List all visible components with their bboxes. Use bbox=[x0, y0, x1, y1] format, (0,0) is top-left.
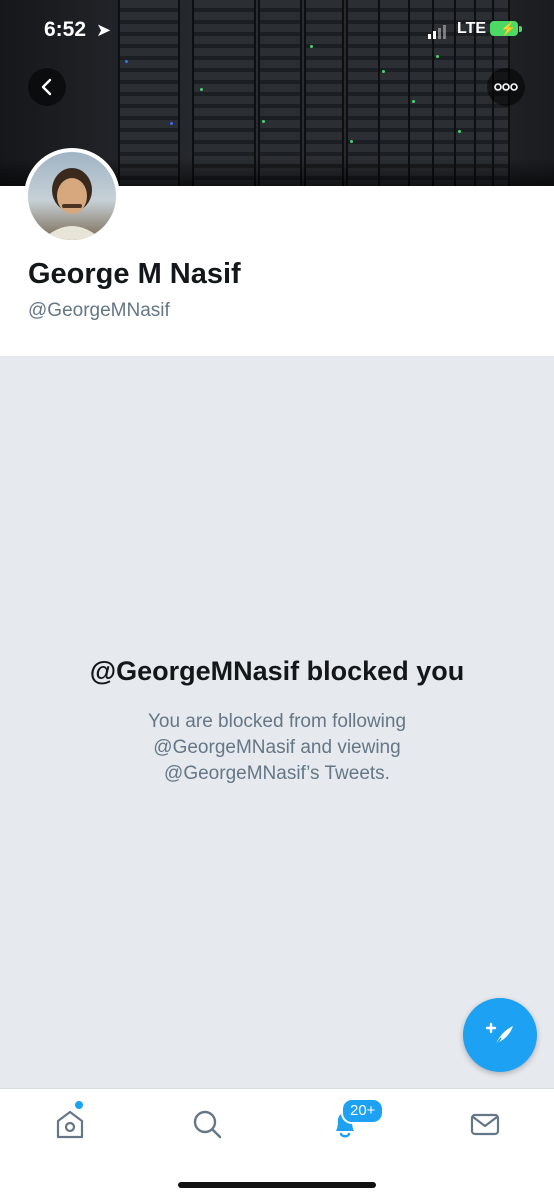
search-icon bbox=[193, 1110, 222, 1139]
avatar-photo bbox=[42, 168, 102, 240]
home-icon bbox=[56, 1110, 84, 1139]
back-button[interactable] bbox=[28, 68, 66, 106]
network-type: LTE bbox=[457, 20, 487, 37]
tab-home[interactable] bbox=[53, 1107, 87, 1141]
mail-icon bbox=[470, 1113, 500, 1136]
blocked-title: @GeorgeMNasif blocked you bbox=[89, 656, 465, 686]
tab-messages[interactable] bbox=[468, 1107, 502, 1141]
chevron-left-icon bbox=[41, 78, 52, 96]
profile-name: George M Nasif bbox=[28, 258, 241, 290]
compose-tweet-button[interactable] bbox=[463, 998, 537, 1072]
new-content-dot bbox=[75, 1101, 83, 1109]
location-arrow-icon: ➤ bbox=[96, 20, 112, 40]
compose-quill-icon bbox=[485, 1022, 513, 1047]
ellipsis-icon bbox=[494, 83, 518, 91]
notification-badge: 20+ bbox=[341, 1098, 385, 1124]
avatar[interactable] bbox=[24, 148, 120, 244]
profile-handle: @GeorgeMNasif bbox=[28, 300, 170, 321]
more-options-button[interactable] bbox=[487, 68, 525, 106]
tab-search[interactable] bbox=[190, 1107, 224, 1141]
status-bar: 6:52 ➤ LTE ⚡ bbox=[0, 0, 554, 62]
home-indicator bbox=[178, 1182, 376, 1188]
battery-icon: ⚡ bbox=[490, 21, 522, 36]
signal-icon bbox=[428, 23, 448, 39]
blocked-message: You are blocked from following @GeorgeMN… bbox=[147, 711, 407, 784]
status-time: 6:52 bbox=[44, 18, 87, 41]
